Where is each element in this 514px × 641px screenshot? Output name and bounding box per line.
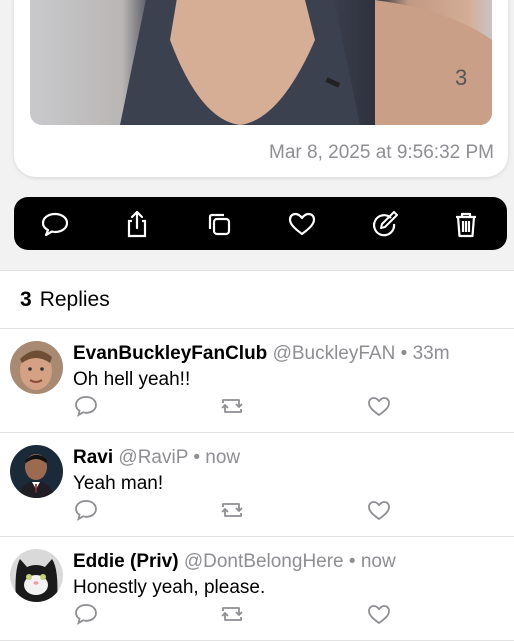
reply-actions [0, 603, 514, 627]
reply-meta: EvanBuckleyFanClub @BuckleyFAN • 33m [73, 343, 450, 365]
copy-icon[interactable] [199, 204, 239, 244]
comment-icon[interactable] [35, 204, 75, 244]
reply-icon[interactable] [74, 499, 100, 523]
meta-separator: • [193, 447, 200, 468]
share-icon[interactable] [117, 204, 157, 244]
reply-meta: Ravi @RaviP • now [73, 447, 240, 469]
like-icon[interactable] [367, 499, 393, 523]
replies-label: Replies [39, 287, 110, 311]
replies-count: 3 [20, 287, 32, 311]
heart-icon[interactable] [282, 204, 322, 244]
reply-actions [0, 499, 514, 523]
reply-time: now [205, 447, 241, 468]
reply-item[interactable]: Ravi @RaviP • now Yeah man! [0, 433, 514, 537]
reply-icon[interactable] [74, 395, 100, 419]
reply-item[interactable]: EvanBuckleyFanClub @BuckleyFAN • 33m Oh … [0, 329, 514, 433]
reply-author-handle[interactable]: @RaviP [118, 447, 188, 468]
edit-icon[interactable] [364, 204, 404, 244]
avatar[interactable] [10, 549, 63, 602]
replies-panel: 3 Replies EvanBuckleyFanClub @BuckleyFAN… [0, 270, 514, 641]
post-image[interactable]: 3 [30, 0, 492, 125]
repost-icon[interactable] [219, 499, 245, 523]
reply-text: Oh hell yeah!! [73, 369, 191, 390]
reply-text: Yeah man! [73, 473, 164, 494]
reply-author-handle[interactable]: @DontBelongHere [184, 551, 344, 572]
reply-item[interactable]: Eddie (Priv) @DontBelongHere • now Hones… [0, 537, 514, 641]
meta-separator: • [400, 343, 408, 364]
reply-author-name[interactable]: Ravi [73, 447, 113, 468]
reply-actions [0, 395, 514, 419]
reply-author-name[interactable]: EvanBuckleyFanClub [73, 343, 267, 364]
reply-time: now [360, 551, 396, 572]
avatar[interactable] [10, 445, 63, 498]
post-timestamp: Mar 8, 2025 at 9:56:32 PM [269, 142, 494, 163]
like-icon[interactable] [367, 603, 393, 627]
repost-icon[interactable] [219, 395, 245, 419]
post-card: 3 Mar 8, 2025 at 9:56:32 PM [14, 0, 508, 177]
like-icon[interactable] [367, 395, 393, 419]
reply-time: 33m [412, 343, 450, 364]
post-action-toolbar [14, 197, 507, 250]
avatar[interactable] [10, 341, 63, 394]
replies-header: 3 Replies [0, 271, 514, 329]
repost-icon[interactable] [219, 603, 245, 627]
svg-text:3: 3 [455, 65, 467, 90]
reply-icon[interactable] [74, 603, 100, 627]
reply-author-name[interactable]: Eddie (Priv) [73, 551, 179, 572]
reply-text: Honestly yeah, please. [73, 577, 266, 598]
reply-meta: Eddie (Priv) @DontBelongHere • now [73, 551, 396, 573]
trash-icon[interactable] [446, 204, 486, 244]
meta-separator: • [348, 551, 356, 572]
reply-author-handle[interactable]: @BuckleyFAN [273, 343, 396, 364]
